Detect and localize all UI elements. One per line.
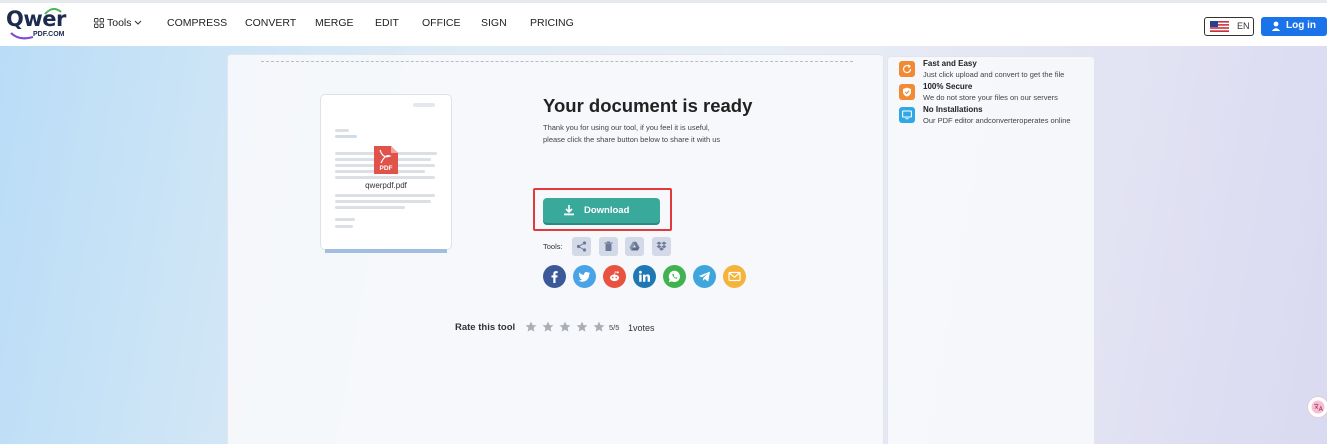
facebook-icon xyxy=(551,271,558,283)
refresh-icon xyxy=(902,64,912,74)
preview-line xyxy=(335,176,435,179)
nav-pricing[interactable]: PRICING xyxy=(530,17,574,29)
nav-compress[interactable]: COMPRESS xyxy=(167,17,227,29)
rating-star-icon[interactable] xyxy=(593,321,605,333)
translate-button[interactable] xyxy=(1307,396,1327,418)
rate-label: Rate this tool xyxy=(455,322,516,333)
nav-tools[interactable]: Tools xyxy=(94,17,142,29)
rating-star-icon[interactable] xyxy=(525,321,537,333)
pdf-badge-text: PDF xyxy=(380,165,393,172)
pdf-file-icon: PDF xyxy=(374,146,398,174)
features-card: Fast and Easy Just click upload and conv… xyxy=(887,56,1095,444)
dropbox-button[interactable] xyxy=(652,237,671,256)
feature-desc: Just click upload and convert to get the… xyxy=(923,70,1065,79)
google-drive-icon xyxy=(629,241,640,251)
chevron-down-icon xyxy=(134,20,141,25)
grid-icon xyxy=(94,18,104,29)
preview-line xyxy=(413,103,435,107)
rating-star-icon[interactable] xyxy=(542,321,554,333)
feature-title: 100% Secure xyxy=(923,82,973,91)
google-drive-button[interactable] xyxy=(625,237,644,256)
nav-tools-label: Tools xyxy=(107,17,132,29)
preview-progress-bar xyxy=(325,249,447,253)
monitor-icon xyxy=(902,110,912,120)
description-line-1: Thank you for using our tool, if you fee… xyxy=(543,123,710,132)
trash-icon xyxy=(604,241,613,251)
file-name: qwerpdf.pdf xyxy=(365,181,407,190)
document-preview: PDF qwerpdf.pdf xyxy=(320,94,452,250)
linkedin-share[interactable] xyxy=(633,265,656,288)
translate-icon xyxy=(1311,400,1325,414)
preview-line xyxy=(335,218,355,221)
feature-icon-box xyxy=(899,61,915,77)
delete-button[interactable] xyxy=(599,237,618,256)
nav-sign[interactable]: SIGN xyxy=(481,17,507,29)
linkedin-icon xyxy=(639,270,650,282)
dropbox-icon xyxy=(656,241,667,251)
language-selector[interactable]: EN xyxy=(1204,17,1254,36)
login-label: Log in xyxy=(1286,20,1316,31)
rating-star-icon[interactable] xyxy=(576,321,588,333)
download-label: Download xyxy=(584,205,630,216)
result-description: Thank you for using our tool, if you fee… xyxy=(543,122,763,146)
rating-score: 5/5 xyxy=(609,323,620,332)
twitter-share[interactable] xyxy=(573,265,596,288)
feature-desc: Our PDF editor andconverteroperates onli… xyxy=(923,116,1071,125)
logo-swoosh-icon xyxy=(10,32,34,40)
preview-line xyxy=(335,194,435,197)
facebook-share[interactable] xyxy=(543,265,566,288)
feature-desc: We do not store your files on our server… xyxy=(923,93,1058,102)
preview-line xyxy=(335,225,353,228)
preview-line xyxy=(335,200,431,203)
us-flag-icon xyxy=(1210,21,1229,32)
telegram-share[interactable] xyxy=(693,265,716,288)
preview-line xyxy=(335,135,357,138)
login-button[interactable]: Log in xyxy=(1261,17,1327,36)
whatsapp-icon xyxy=(668,270,681,283)
header: Qwer PDF.COM Tools COMPRESS CONVERT MERG… xyxy=(0,0,1327,46)
shield-icon xyxy=(903,87,911,97)
rating-votes: 1votes xyxy=(628,323,655,333)
download-icon xyxy=(564,205,574,216)
divider xyxy=(261,61,853,62)
user-icon xyxy=(1271,21,1281,31)
feature-icon-box xyxy=(899,84,915,100)
preview-line xyxy=(335,129,349,132)
email-icon xyxy=(728,271,741,282)
description-line-2: please click the share button below to s… xyxy=(543,135,721,144)
tools-label: Tools: xyxy=(543,242,563,251)
result-card: PDF qwerpdf.pdf Your document is ready T… xyxy=(227,54,884,444)
logo-main-text: Qwer xyxy=(6,7,66,31)
page-title: Your document is ready xyxy=(543,95,753,116)
email-share[interactable] xyxy=(723,265,746,288)
reddit-share[interactable] xyxy=(603,265,626,288)
reddit-icon xyxy=(609,271,620,282)
whatsapp-share[interactable] xyxy=(663,265,686,288)
rating-star-icon[interactable] xyxy=(559,321,571,333)
share-icon xyxy=(576,241,587,252)
share-button[interactable] xyxy=(572,237,591,256)
nav-edit[interactable]: EDIT xyxy=(375,17,399,29)
twitter-icon xyxy=(578,271,590,282)
feature-icon-box xyxy=(899,107,915,123)
feature-title: Fast and Easy xyxy=(923,59,977,68)
nav-office[interactable]: OFFICE xyxy=(422,17,461,29)
nav-merge[interactable]: MERGE xyxy=(315,17,354,29)
language-label: EN xyxy=(1237,21,1250,31)
download-button[interactable]: Download xyxy=(543,198,660,223)
nav-convert[interactable]: CONVERT xyxy=(245,17,296,29)
telegram-icon xyxy=(698,271,710,282)
feature-title: No Installations xyxy=(923,105,983,114)
preview-line xyxy=(335,206,405,209)
logo-sub-text: PDF.COM xyxy=(33,31,65,38)
logo[interactable]: Qwer PDF.COM xyxy=(6,7,76,43)
